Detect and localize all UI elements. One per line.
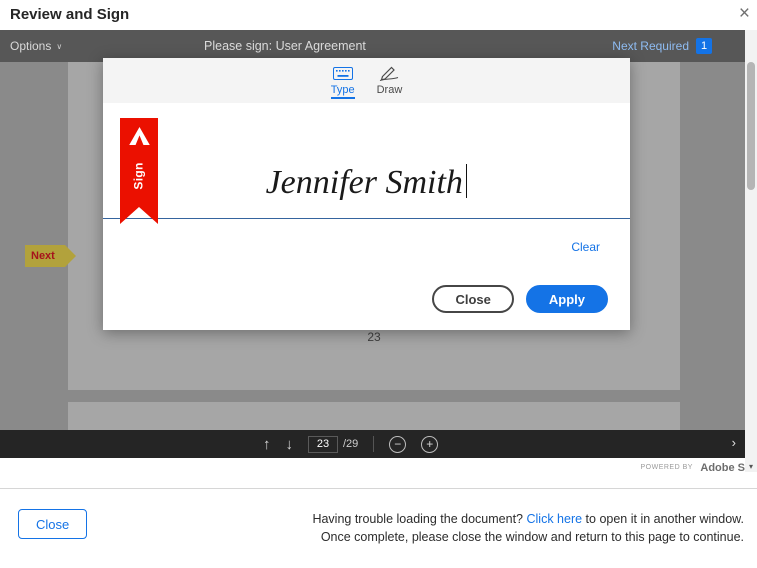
options-label: Options	[10, 39, 51, 53]
next-required-label: Next Required	[612, 39, 689, 53]
titlebar: Review and Sign ×	[0, 0, 757, 30]
ribbon-label: Sign	[132, 162, 146, 189]
signature-tabs: Type Draw	[103, 58, 630, 103]
page-indicator: /29	[308, 436, 358, 453]
options-menu[interactable]: Options ∨	[10, 30, 62, 62]
next-tag-label: Next	[25, 245, 65, 267]
next-required-badge: 1	[696, 38, 712, 54]
page-number-label: 23	[68, 330, 680, 344]
footer: Close Having trouble loading the documen…	[0, 488, 757, 568]
keyboard-icon	[333, 66, 353, 81]
chevron-down-icon: ∨	[56, 42, 62, 51]
scroll-down-icon[interactable]: ▾	[745, 462, 757, 471]
tab-draw-label: Draw	[377, 84, 403, 96]
next-field-tag[interactable]: Next	[25, 245, 65, 267]
pdf-toolbar: ↑ ↓ /29 − + ›	[0, 430, 745, 458]
click-here-link[interactable]: Click here	[526, 512, 582, 526]
text-cursor	[466, 164, 468, 198]
page-up-icon[interactable]: ↑	[263, 436, 271, 453]
tab-draw[interactable]: Draw	[377, 66, 403, 103]
apply-button[interactable]: Apply	[526, 285, 608, 313]
page-number-input[interactable]	[308, 436, 338, 453]
signature-baseline	[103, 218, 630, 219]
adobe-sign-ribbon: Sign	[120, 118, 158, 224]
pdf-controls: ↑ ↓ /29 − +	[263, 430, 438, 458]
clear-link[interactable]: Clear	[571, 240, 600, 254]
powered-by-strip: POWERED BY Adobe S	[0, 458, 745, 473]
help-text: Having trouble loading the document? Cli…	[312, 510, 744, 546]
zoom-out-icon[interactable]: −	[389, 436, 406, 453]
scrollbar-thumb[interactable]	[747, 62, 755, 190]
pen-icon	[379, 66, 399, 81]
window-title: Review and Sign	[10, 6, 129, 23]
adobe-wordmark: Adobe S	[700, 462, 745, 473]
toolbar-divider	[373, 436, 374, 452]
dialog-buttons: Close Apply	[432, 285, 608, 313]
close-icon[interactable]: ×	[739, 3, 750, 25]
page-down-icon[interactable]: ↓	[286, 436, 294, 453]
tab-type[interactable]: Type	[331, 66, 355, 103]
adobe-logo-icon	[129, 127, 150, 145]
help-line-2: Once complete, please close the window a…	[312, 528, 744, 546]
toolbar-expand-icon[interactable]: ›	[732, 435, 736, 450]
zoom-in-icon[interactable]: +	[421, 436, 438, 453]
help-line-1: Having trouble loading the document? Cli…	[312, 510, 744, 528]
scrollbar[interactable]: ▾	[745, 30, 757, 472]
footer-close-button[interactable]: Close	[18, 509, 87, 539]
page-total-label: /29	[343, 438, 358, 450]
powered-by-label: POWERED BY	[640, 464, 692, 471]
signature-field[interactable]: Jennifer Smith	[103, 164, 630, 202]
signature-text: Jennifer Smith	[266, 164, 463, 201]
dialog-close-button[interactable]: Close	[432, 285, 513, 313]
help-text-1a: Having trouble loading the document?	[312, 512, 523, 526]
document-page-next	[68, 402, 680, 430]
signature-dialog: Type Draw Jennifer Smith Sign Cl	[103, 58, 630, 330]
tab-type-label: Type	[331, 84, 355, 99]
review-and-sign-window: Review and Sign × Options ∨ Please sign:…	[0, 0, 757, 568]
help-text-1b: to open it in another window.	[586, 512, 744, 526]
